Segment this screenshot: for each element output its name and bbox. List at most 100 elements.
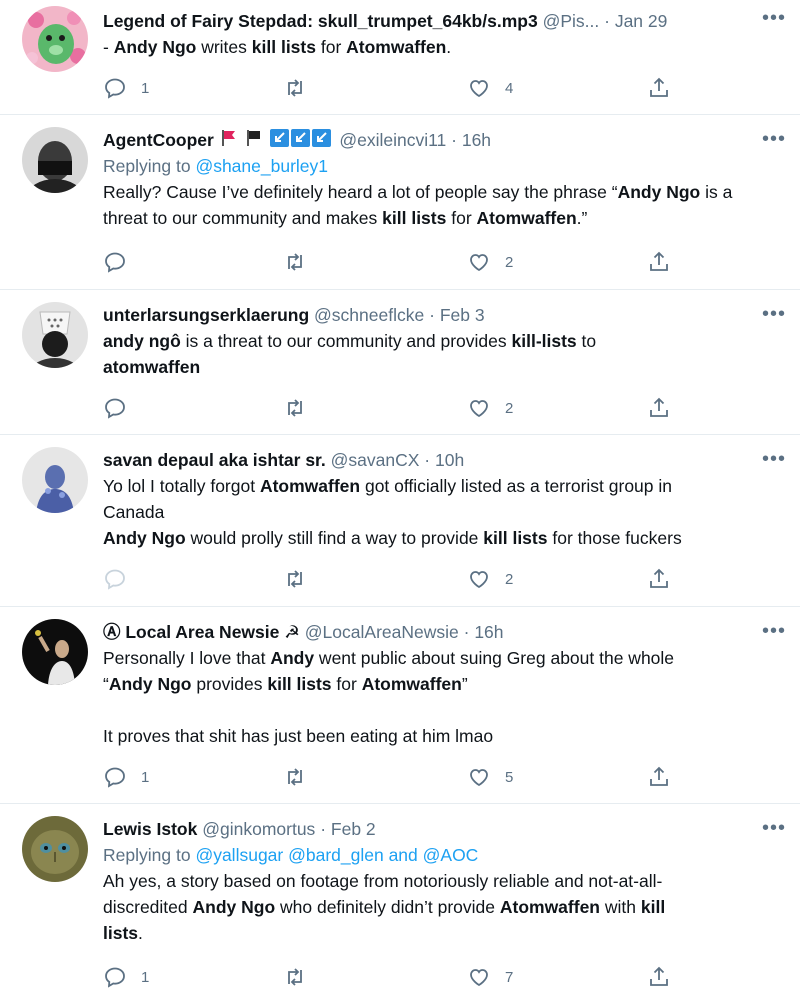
display-name[interactable]: Legend of Fairy Stepdad: skull_trumpet_6… — [103, 11, 538, 31]
action-bar: 1 5 — [103, 764, 683, 790]
like-button[interactable]: 4 — [467, 75, 513, 101]
display-name[interactable]: unterlarsungserklaerung — [103, 305, 309, 325]
timestamp[interactable]: 10h — [435, 450, 464, 470]
user-handle[interactable]: @ginkomortus — [202, 819, 315, 839]
retweet-button[interactable] — [283, 75, 321, 101]
reply-button[interactable]: 1 — [103, 75, 149, 101]
like-button[interactable]: 5 — [467, 764, 513, 790]
timestamp[interactable]: Feb 2 — [331, 819, 376, 839]
like-button[interactable]: 7 — [467, 964, 513, 990]
highlighted-term: Andy Ngo — [103, 528, 186, 548]
highlighted-term: Atomwaffen — [346, 37, 447, 57]
reply-icon — [105, 398, 125, 419]
user-handle[interactable]: @LocalAreaNewsie — [305, 622, 459, 642]
text-segment: for those fuckers — [547, 528, 682, 548]
like-icon — [470, 254, 488, 272]
timestamp[interactable]: Feb 3 — [440, 305, 485, 325]
share-button[interactable] — [647, 395, 671, 421]
display-name[interactable]: Ⓐ Local Area Newsie ☭ — [103, 622, 300, 642]
highlighted-term: atomwaffen — [103, 357, 201, 377]
share-button[interactable] — [647, 764, 671, 790]
more-icon[interactable]: ••• — [762, 304, 785, 329]
avatar[interactable] — [22, 816, 88, 882]
user-handle[interactable]: @schneeflcke — [314, 305, 424, 325]
tweet[interactable]: Legend of Fairy Stepdad: skull_trumpet_6… — [0, 0, 800, 115]
avatar-image — [22, 302, 88, 368]
reply-button[interactable] — [103, 395, 141, 421]
like-button[interactable]: 2 — [467, 566, 513, 592]
more-icon[interactable]: ••• — [762, 818, 785, 843]
like-count: 5 — [505, 768, 514, 786]
separator: · — [429, 305, 435, 325]
retweet-button[interactable] — [283, 249, 321, 275]
separator: · — [424, 450, 431, 470]
more-icon[interactable]: ••• — [762, 129, 785, 154]
share-icon — [650, 966, 668, 986]
reply-button[interactable] — [103, 566, 141, 592]
more-icon[interactable]: ••• — [762, 8, 785, 33]
timestamp[interactable]: Jan 29 — [615, 11, 668, 31]
highlighted-term: Andy Ngo — [617, 182, 701, 202]
reply-icon — [105, 569, 125, 590]
avatar[interactable] — [22, 127, 88, 193]
tweet-header: AgentCooper @exileincvi11 · 16h — [103, 127, 780, 153]
display-name[interactable]: AgentCooper — [103, 130, 214, 150]
share-button[interactable] — [647, 566, 671, 592]
display-name[interactable]: savan depaul aka ishtar sr. — [103, 450, 326, 470]
like-icon — [470, 571, 488, 589]
reply-button[interactable]: 1 — [103, 764, 149, 790]
tweet[interactable]: Ⓐ Local Area Newsie ☭ @LocalAreaNewsie ·… — [0, 607, 800, 804]
highlighted-term: Atomwaffen — [259, 476, 361, 496]
reply-button[interactable]: 1 — [103, 964, 149, 990]
display-name[interactable]: Lewis Istok — [103, 819, 197, 839]
action-bar: 1 4 — [103, 75, 683, 101]
action-bar: 2 — [103, 249, 683, 275]
like-icon — [470, 969, 488, 987]
share-button[interactable] — [647, 249, 671, 275]
user-handle[interactable]: @exileincvi11 — [339, 130, 446, 150]
user-handle[interactable]: @Pis... — [543, 11, 600, 31]
separator: · — [604, 11, 610, 31]
retweet-button[interactable] — [283, 395, 321, 421]
tweet[interactable]: Lewis Istok @ginkomortus · Feb 2 Replyin… — [0, 804, 800, 1000]
retweet-button[interactable] — [283, 566, 321, 592]
replying-to: Replying to @yallsugar @bard_glen and @A… — [103, 842, 780, 868]
text-segment: provides — [191, 674, 268, 694]
tweet-text: Really? Cause I’ve definitely heard a lo… — [103, 179, 780, 231]
avatar[interactable] — [22, 619, 88, 685]
like-button[interactable]: 2 — [467, 249, 513, 275]
highlighted-term: Andy — [270, 648, 315, 668]
share-icon — [650, 766, 668, 786]
avatar[interactable] — [22, 6, 88, 72]
timestamp[interactable]: 16h — [474, 622, 503, 642]
more-icon[interactable]: ••• — [762, 449, 785, 474]
share-button[interactable] — [647, 964, 671, 990]
mention-link[interactable]: @shane_burley1 — [195, 156, 328, 176]
reply-button[interactable] — [103, 249, 141, 275]
more-icon[interactable]: ••• — [762, 621, 785, 646]
timestamp[interactable]: 16h — [462, 130, 491, 150]
retweet-icon — [288, 79, 302, 97]
text-segment: for — [446, 208, 477, 228]
text-segment: who definitely didn’t provide — [275, 897, 500, 917]
share-button[interactable] — [647, 75, 671, 101]
avatar-image — [22, 447, 88, 513]
retweet-button[interactable] — [283, 764, 321, 790]
text-segment: .” — [576, 208, 588, 228]
retweet-button[interactable] — [283, 964, 321, 990]
like-button[interactable]: 2 — [467, 395, 513, 421]
action-bar: 2 — [103, 566, 683, 592]
separator: · — [463, 622, 470, 642]
avatar[interactable] — [22, 302, 88, 368]
tweet-text: Ah yes, a story based on footage from no… — [103, 868, 780, 946]
avatar[interactable] — [22, 447, 88, 513]
text-segment: Really? Cause I’ve definitely heard a lo… — [103, 182, 618, 202]
tweet-header: unterlarsungserklaerung @schneeflcke · F… — [103, 302, 780, 328]
mention-link[interactable]: @yallsugar @bard_glen and @AOC — [195, 845, 478, 865]
share-icon — [650, 77, 668, 97]
blue-arrow-badge-icon — [270, 128, 332, 153]
tweet[interactable]: savan depaul aka ishtar sr. @savanCX · 1… — [0, 435, 800, 607]
user-handle[interactable]: @savanCX — [331, 450, 420, 470]
tweet[interactable]: AgentCooper @exileincvi11 · 16h Replying… — [0, 115, 800, 290]
tweet[interactable]: unterlarsungserklaerung @schneeflcke · F… — [0, 290, 800, 435]
